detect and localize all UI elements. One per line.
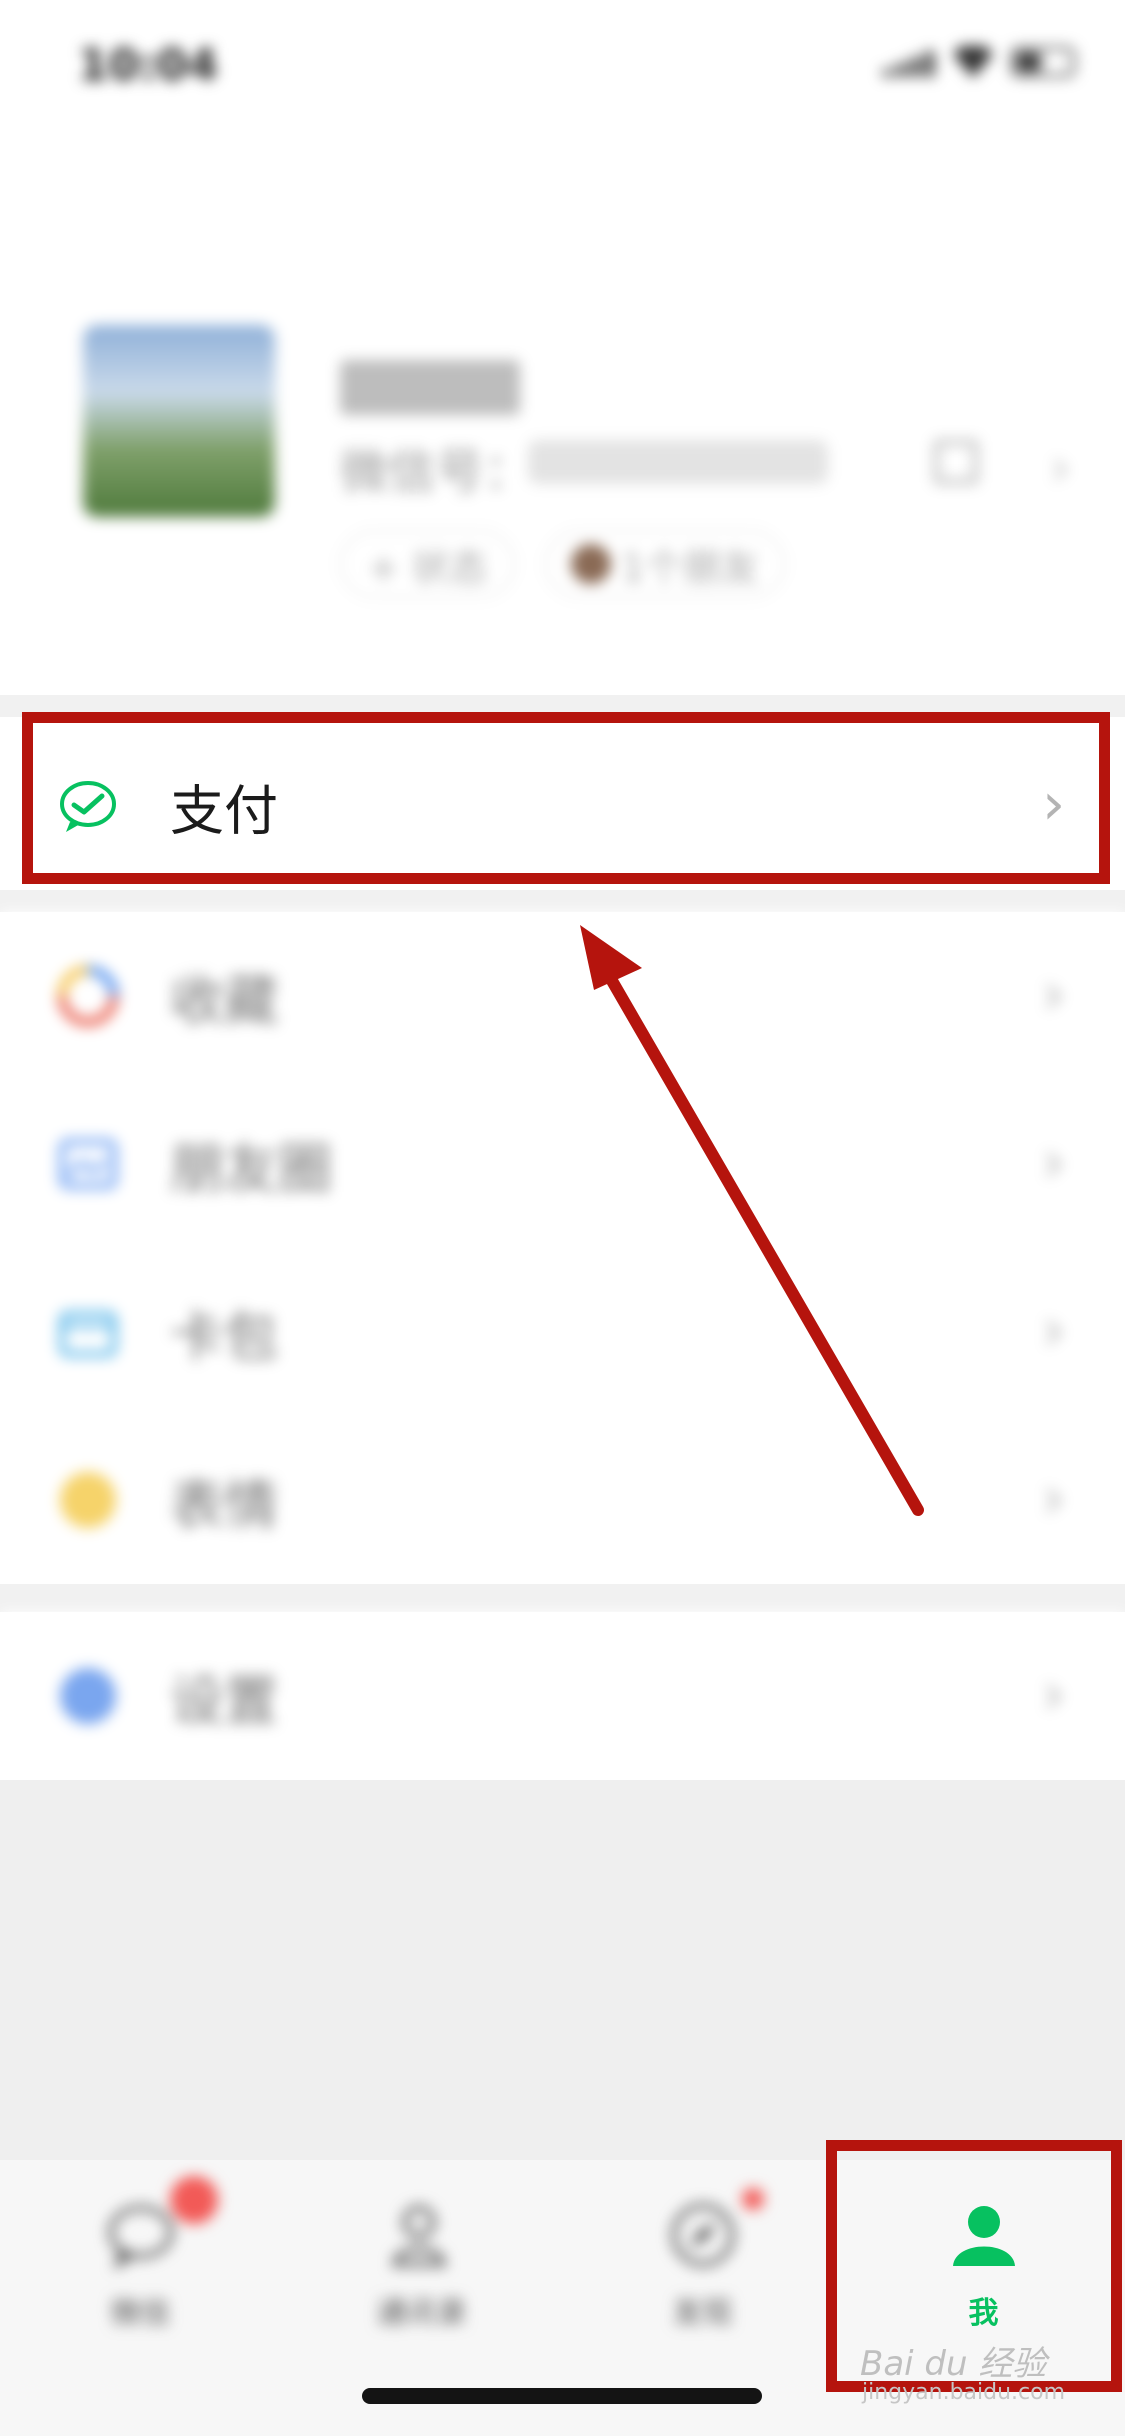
chevron-right-icon: › [1042,1127,1066,1196]
menu-item-stickers[interactable]: 表情 › [0,1416,1125,1584]
section-divider [0,890,1125,912]
unread-badge [170,2176,218,2224]
new-dot-badge [742,2188,764,2210]
qr-code-icon[interactable] [934,440,978,484]
menu-item-cards[interactable]: 卡包 › [0,1248,1125,1416]
watermark-url: jingyan.baidu.com [862,2380,1066,2405]
tab-discover[interactable]: 发现 [562,2160,843,2360]
watermark-logo: Bai du 经验 [860,2344,1047,2384]
status-chip[interactable]: + 状态 [340,530,515,598]
status-chip-label: + 状态 [367,545,488,590]
friend-avatar-icon [570,544,611,584]
menu-item-favorites[interactable]: 收藏 › [0,912,1125,1080]
cards-icon [59,1311,117,1357]
signal-icon [883,47,935,77]
compass-icon [671,2203,734,2267]
tab-label: 发现 [672,2296,733,2331]
status-bar: 10:04 [0,0,1125,140]
friends-chip[interactable]: 1个朋友 [545,530,785,598]
moments-icon [59,1139,117,1189]
chevron-right-icon: › [1042,1295,1066,1364]
contacts-icon [391,2205,446,2267]
menu-item-settings[interactable]: 设置 › [0,1612,1125,1780]
battery-icon [1011,47,1075,77]
menu-item-label: 卡包 [170,1305,278,1369]
settings-icon [60,1668,116,1724]
menu-item-label: 朋友圈 [170,1137,332,1201]
wechat-id-value [528,440,828,484]
menu-item-label: 收藏 [170,969,278,1033]
chevron-right-icon: › [1042,959,1066,1028]
tab-chats[interactable]: 微信 [0,2160,281,2360]
wechat-id-label: 微信号： [340,444,533,500]
menu-item-moments[interactable]: 朋友圈 › [0,1080,1125,1248]
avatar[interactable] [83,325,275,517]
tab-contacts[interactable]: 通讯录 [281,2160,562,2360]
wifi-icon [953,46,993,78]
home-indicator[interactable] [362,2388,762,2404]
chat-bubble-icon [108,2205,173,2270]
menu-item-label: 表情 [170,1473,278,1537]
chevron-right-icon: › [1042,1659,1066,1728]
stickers-icon [60,1472,116,1528]
status-time: 10:04 [78,40,219,91]
chevron-right-icon: › [1042,1463,1066,1532]
friends-chip-label: 1个朋友 [620,545,760,590]
empty-area [0,1780,1125,2160]
favorites-icon [58,966,118,1026]
tab-label: 通讯录 [376,2296,467,2331]
section-divider [0,1584,1125,1612]
profile-header[interactable]: 微信号： › + 状态 1个朋友 [0,140,1125,695]
pay-highlight-box [22,712,1110,884]
chevron-right-icon: › [1050,438,1071,498]
nickname [340,360,520,415]
tab-label: 微信 [110,2296,171,2331]
menu-item-label: 设置 [170,1669,278,1733]
status-icons [883,46,1075,78]
